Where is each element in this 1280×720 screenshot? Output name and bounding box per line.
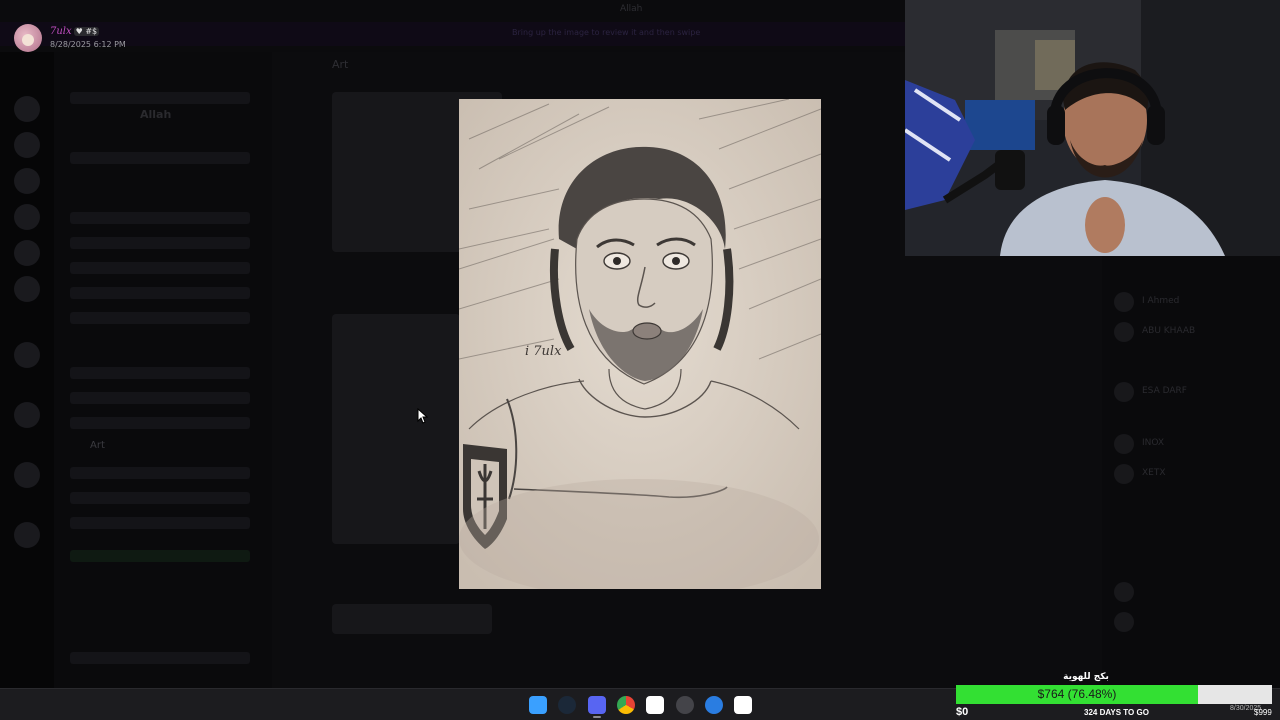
member-item[interactable] — [1114, 582, 1264, 602]
channel-item[interactable] — [70, 237, 250, 249]
user-panel[interactable] — [70, 652, 250, 664]
avatar — [1114, 582, 1134, 602]
capcut-icon[interactable] — [734, 696, 752, 714]
server-icon[interactable] — [14, 276, 40, 302]
member-list: I Ahmed ABU KHAAB ESA DARF INOX XETX — [1102, 256, 1280, 688]
channel-item[interactable] — [70, 92, 250, 104]
server-icon[interactable] — [14, 96, 40, 122]
voice-status — [70, 550, 250, 562]
member-name: INOX — [1142, 438, 1165, 448]
mouse-cursor-icon — [417, 408, 429, 424]
channel-item[interactable] — [70, 287, 250, 299]
server-icon[interactable] — [14, 240, 40, 266]
obs-icon[interactable] — [676, 696, 694, 714]
member-name: XETX — [1142, 468, 1166, 478]
server-icon[interactable] — [14, 342, 40, 368]
server-icon[interactable] — [14, 522, 40, 548]
twitch-icon[interactable] — [646, 696, 664, 714]
goal-progress-bar: $764 (76.48%) — [956, 685, 1272, 704]
goal-title: بكج للهوية — [1063, 672, 1109, 682]
avatar — [1114, 464, 1134, 484]
message-timestamp: 8/28/2025 6:12 PM — [50, 40, 126, 49]
member-item[interactable]: XETX — [1114, 464, 1264, 484]
author-badge: ♥ #$ — [73, 27, 100, 36]
member-name: I Ahmed — [1142, 296, 1180, 306]
artwork-image: i 7ulx — [459, 99, 821, 589]
avatar — [1114, 382, 1134, 402]
channel-list: Allah — [54, 52, 272, 688]
donation-goal-widget: بكج للهوية $764 (76.48%) $0 324 DAYS TO … — [956, 670, 1272, 720]
message-input[interactable] — [332, 604, 492, 634]
member-item[interactable] — [1114, 612, 1264, 632]
channel-item-art[interactable]: Art — [90, 440, 105, 451]
goal-days-left: 324 DAYS TO GO — [1084, 708, 1149, 717]
member-item[interactable]: ESA DARF — [1114, 382, 1264, 402]
server-icon[interactable] — [14, 402, 40, 428]
channel-item[interactable] — [70, 392, 250, 404]
channel-item[interactable] — [70, 262, 250, 274]
banner-text: Bring up the image to review it and then… — [512, 28, 701, 37]
channel-item[interactable] — [70, 212, 250, 224]
window-title: Allah — [620, 4, 643, 14]
streamer-webcam — [905, 0, 1280, 256]
channel-item[interactable] — [70, 417, 250, 429]
author-username[interactable]: 7ulx — [50, 26, 72, 37]
avatar — [1114, 612, 1134, 632]
server-name: Allah — [140, 108, 172, 121]
server-icon[interactable] — [14, 204, 40, 230]
webcam-feed — [905, 0, 1280, 256]
channel-item[interactable] — [70, 312, 250, 324]
channel-item[interactable] — [70, 517, 250, 529]
image-viewer-author: 7ulx ♥ #$ 8/28/2025 6:12 PM — [14, 24, 314, 52]
avatar — [1114, 322, 1134, 342]
goal-max: $999 — [1254, 708, 1272, 717]
message-image[interactable] — [332, 314, 460, 544]
server-icon[interactable] — [14, 462, 40, 488]
server-icon[interactable] — [14, 132, 40, 158]
active-app-indicator — [593, 716, 601, 718]
member-name: ABU KHAAB — [1142, 326, 1196, 336]
pencil-portrait: i 7ulx — [459, 99, 821, 589]
member-name: ESA DARF — [1142, 386, 1187, 396]
channel-item[interactable] — [70, 492, 250, 504]
server-rail — [0, 52, 54, 688]
avatar — [1114, 292, 1134, 312]
server-icon[interactable] — [14, 168, 40, 194]
member-item[interactable]: I Ahmed — [1114, 292, 1264, 312]
channel-item[interactable] — [70, 367, 250, 379]
chrome-icon[interactable] — [617, 696, 635, 714]
member-item[interactable]: INOX — [1114, 434, 1264, 454]
discord-icon[interactable] — [588, 696, 606, 714]
sync-icon[interactable] — [705, 696, 723, 714]
steam-icon[interactable] — [558, 696, 576, 714]
avatar[interactable] — [14, 24, 42, 52]
member-item[interactable]: ABU KHAAB — [1114, 322, 1264, 342]
goal-min: $0 — [956, 706, 969, 718]
avatar — [1114, 434, 1134, 454]
windows-start-icon[interactable] — [529, 696, 547, 714]
channel-item[interactable] — [70, 152, 250, 164]
artist-signature: i 7ulx — [525, 344, 562, 359]
author-name[interactable]: 7ulx ♥ #$ — [50, 26, 100, 37]
channel-item[interactable] — [70, 467, 250, 479]
goal-amount: $764 (76.48%) — [1037, 687, 1117, 701]
channel-title: Art — [332, 58, 349, 71]
